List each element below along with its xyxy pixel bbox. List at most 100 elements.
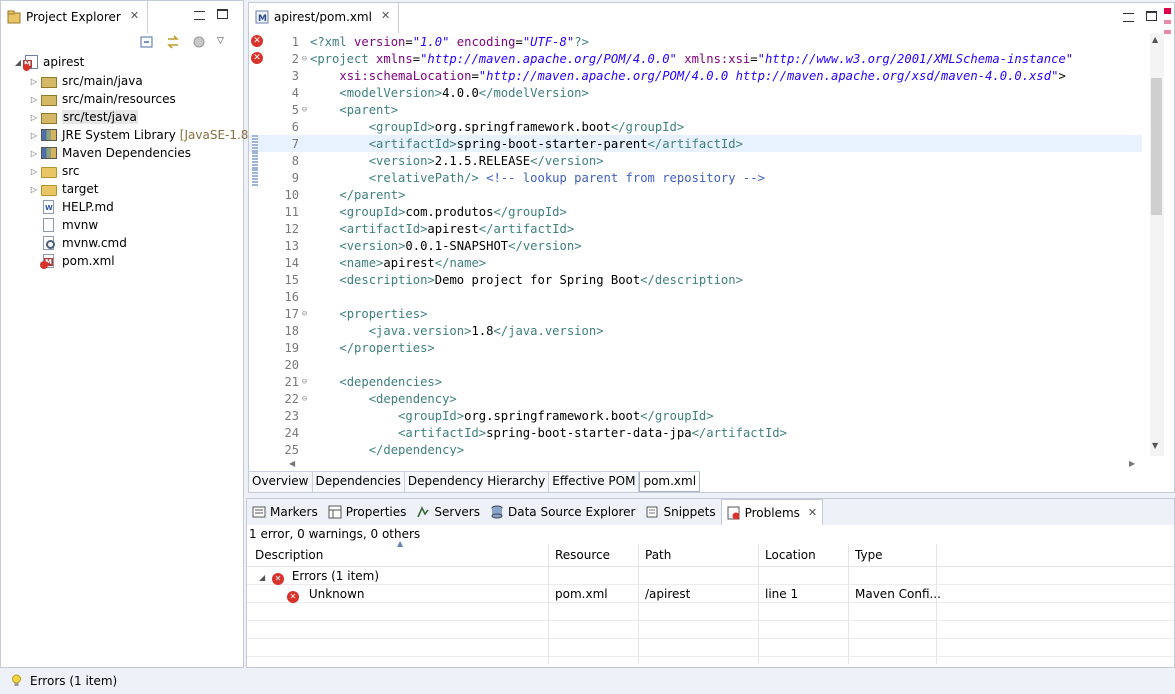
link-with-editor-icon[interactable] [165, 34, 181, 50]
tree-item-src-main-resources[interactable]: ▷ src/main/resources [29, 90, 176, 108]
page-tab-dependency-hierarchy[interactable]: Dependency Hierarchy [404, 472, 550, 492]
code-line[interactable]: 16 [249, 288, 1142, 305]
tree-item-src[interactable]: ▷ src [29, 162, 80, 180]
annotation-gutter[interactable] [249, 118, 271, 135]
collapse-all-icon[interactable] [139, 34, 155, 50]
annotation-gutter[interactable] [249, 322, 271, 339]
expand-twisty-icon[interactable]: ▷ [29, 185, 39, 194]
expand-twisty-icon[interactable]: ▷ [29, 95, 39, 104]
horizontal-scrollbar[interactable]: ◀ ▶ [289, 457, 1139, 471]
code-line[interactable]: 5 ⊖ <parent> [249, 101, 1142, 118]
error-annotation-marker[interactable] [1164, 30, 1171, 34]
column-header-resource[interactable]: Resource [547, 548, 610, 562]
maximize-icon[interactable] [217, 9, 228, 19]
annotation-gutter[interactable] [249, 220, 271, 237]
annotation-gutter[interactable] [249, 407, 271, 424]
tab-data-source-explorer[interactable]: Data Source Explorer [485, 499, 640, 525]
annotation-gutter[interactable] [249, 101, 271, 118]
minimize-icon[interactable] [194, 11, 205, 20]
error-icon[interactable]: ✕ [251, 35, 263, 47]
code-line[interactable]: 17 ⊖ <properties> [249, 305, 1142, 322]
annotation-gutter[interactable] [249, 84, 271, 101]
annotation-gutter[interactable] [249, 390, 271, 407]
expand-twisty-icon[interactable]: ▷ [29, 149, 39, 158]
code-line[interactable]: 20 [249, 356, 1142, 373]
annotation-gutter[interactable] [249, 186, 271, 203]
annotation-gutter[interactable]: ✕ [249, 50, 271, 67]
lightbulb-icon[interactable] [11, 674, 22, 688]
code-line[interactable]: 9 <relativePath/> <!-- lookup parent fro… [249, 169, 1142, 186]
collapse-twisty-icon[interactable]: ◢ [13, 58, 23, 67]
project-explorer-tab[interactable]: Project Explorer ✕ [1, 1, 149, 33]
tree-item-apirest[interactable]: ◢ M apirest [13, 53, 84, 71]
code-line[interactable]: 23 <groupId>org.springframework.boot</gr… [249, 407, 1142, 424]
filter-icon[interactable] [191, 34, 207, 50]
tree-item-pom-xml[interactable]: M pom.xml [39, 252, 115, 270]
code-line[interactable]: 6 <groupId>org.springframework.boot</gro… [249, 118, 1142, 135]
fold-toggle-icon[interactable]: ⊖ [299, 105, 310, 115]
code-line[interactable]: 22 ⊖ <dependency> [249, 390, 1142, 407]
minimize-icon[interactable] [1123, 13, 1134, 22]
fold-toggle-icon[interactable]: ⊖ [299, 394, 310, 404]
maximize-icon[interactable] [1146, 11, 1157, 21]
problem-row[interactable]: ✕ Unknown pom.xml /apirest line 1 Maven … [247, 585, 1174, 603]
view-menu-icon[interactable]: ▽ [217, 34, 233, 50]
annotation-gutter[interactable] [249, 271, 271, 288]
tab-properties[interactable]: Properties [323, 499, 412, 525]
problems-group-row[interactable]: ◢ ✕ Errors (1 item) [247, 567, 1174, 585]
expand-twisty-icon[interactable]: ▷ [29, 77, 39, 86]
fold-toggle-icon[interactable]: ⊖ [299, 54, 310, 64]
column-header-description[interactable]: Description [247, 548, 323, 562]
scroll-left-icon[interactable]: ◀ [289, 459, 295, 468]
expand-twisty-icon[interactable]: ▷ [29, 113, 39, 122]
annotation-gutter[interactable] [249, 373, 271, 390]
code-line[interactable]: 7 <artifactId>spring-boot-starter-parent… [249, 135, 1142, 152]
editor-tab-pom[interactable]: M apirest/pom.xml ✕ [249, 3, 400, 33]
code-line[interactable]: 24 <artifactId>spring-boot-starter-data-… [249, 424, 1142, 441]
tree-item-target[interactable]: ▷ target [29, 180, 99, 198]
code-line[interactable]: 12 <artifactId>apirest</artifactId> [249, 220, 1142, 237]
scroll-up-icon[interactable]: ▲ [1152, 35, 1158, 44]
expand-twisty-icon[interactable]: ▷ [29, 167, 39, 176]
tree-item-mvnw-cmd[interactable]: mvnw.cmd [39, 234, 127, 252]
xml-source-text[interactable]: ✕ 1 <?xml version="1.0" encoding="UTF-8"?>… [249, 33, 1142, 456]
column-header-location[interactable]: Location [757, 548, 816, 562]
tree-item-src-main-java[interactable]: ▷ src/main/java [29, 72, 143, 90]
annotation-gutter[interactable] [249, 441, 271, 456]
column-header-type[interactable]: Type [847, 548, 883, 562]
annotation-gutter[interactable] [249, 424, 271, 441]
error-overview-marker[interactable] [1164, 8, 1171, 14]
code-line[interactable]: 19 </properties> [249, 339, 1142, 356]
code-line[interactable]: 8 <version>2.1.5.RELEASE</version> [249, 152, 1142, 169]
code-line[interactable]: 25 </dependency> [249, 441, 1142, 457]
column-header-path[interactable]: Path [637, 548, 671, 562]
tree-item-src-test-java[interactable]: ▷ src/test/java [29, 108, 138, 126]
scroll-thumb[interactable] [1151, 78, 1162, 215]
close-icon[interactable]: ✕ [381, 10, 390, 33]
annotation-gutter[interactable] [249, 288, 271, 305]
annotation-gutter[interactable] [249, 203, 271, 220]
tab-markers[interactable]: Markers [247, 499, 323, 525]
code-line[interactable]: 21 ⊖ <dependencies> [249, 373, 1142, 390]
code-line[interactable]: 11 <groupId>com.produtos</groupId> [249, 203, 1142, 220]
error-annotation-marker[interactable] [1164, 20, 1171, 24]
code-line[interactable]: ✕ 1 <?xml version="1.0" encoding="UTF-8"?> [249, 33, 1142, 50]
fold-toggle-icon[interactable]: ⊖ [299, 309, 310, 319]
annotation-gutter[interactable] [249, 67, 271, 84]
vertical-scrollbar[interactable]: ▲ ▼ [1140, 8, 1174, 456]
code-line[interactable]: 15 <description>Demo project for Spring … [249, 271, 1142, 288]
tree-item-help-md[interactable]: W HELP.md [39, 198, 114, 216]
page-tab-dependencies[interactable]: Dependencies [312, 472, 405, 492]
error-icon[interactable]: ✕ [251, 52, 263, 64]
annotation-gutter[interactable] [249, 305, 271, 322]
annotation-gutter[interactable] [249, 339, 271, 356]
tab-problems[interactable]: Problems ✕ [720, 499, 824, 525]
code-line[interactable]: 14 <name>apirest</name> [249, 254, 1142, 271]
code-line[interactable]: 3 xsi:schemaLocation="http://maven.apach… [249, 67, 1142, 84]
annotation-gutter[interactable] [249, 152, 271, 169]
page-tab-overview[interactable]: Overview [249, 472, 313, 492]
annotation-gutter[interactable] [249, 254, 271, 271]
annotation-gutter[interactable] [249, 356, 271, 373]
tab-snippets[interactable]: Snippets [640, 499, 720, 525]
code-line[interactable]: ✕ 2 ⊖ <project xmlns="http://maven.apache.o… [249, 50, 1142, 67]
